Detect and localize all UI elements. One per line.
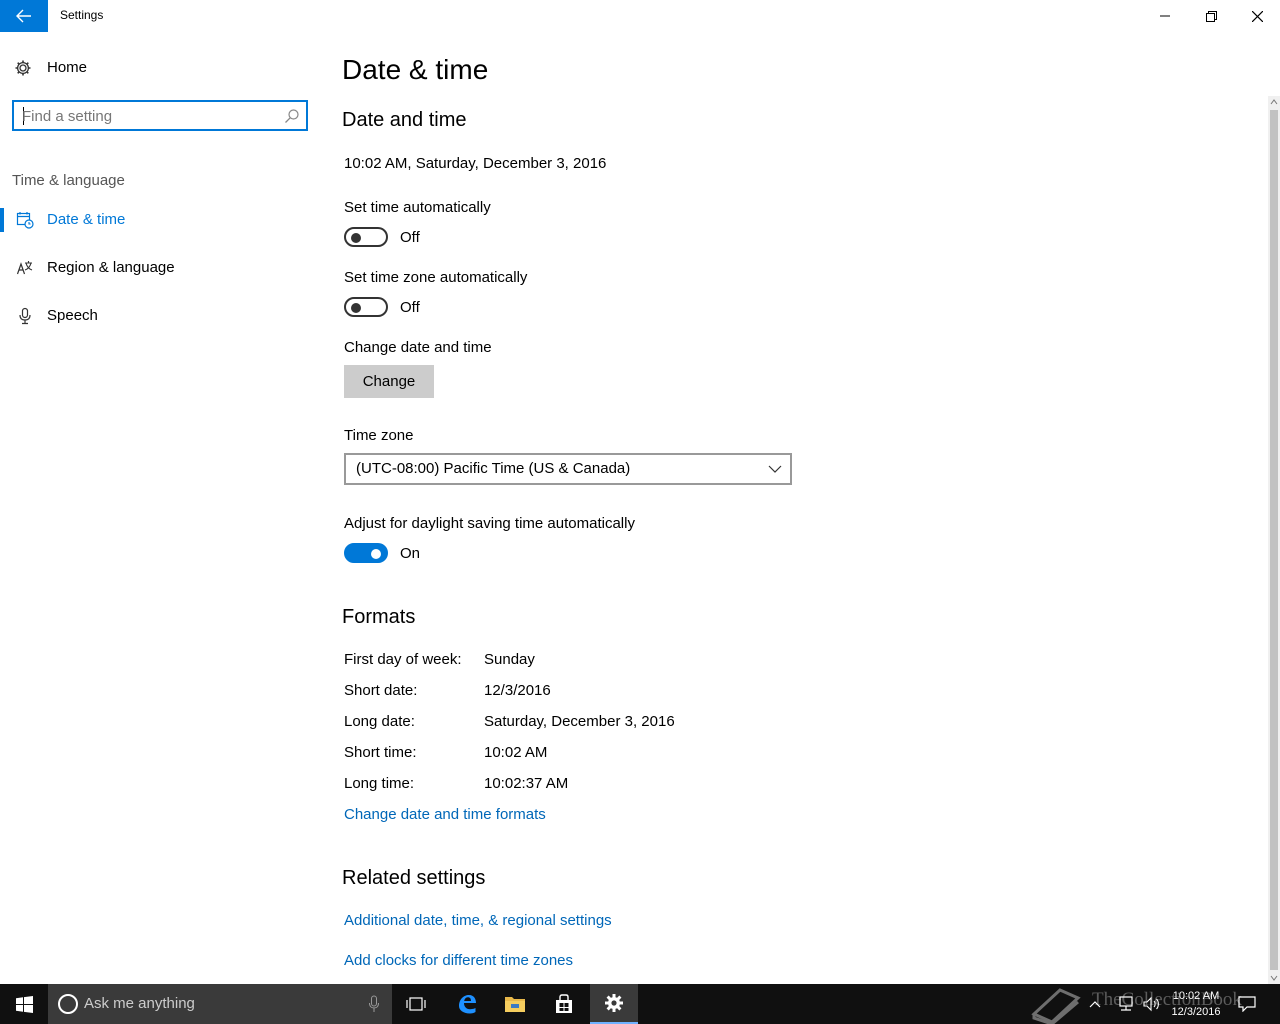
cortana-search-box[interactable]: Ask me anything bbox=[48, 984, 392, 1024]
region-language-icon bbox=[16, 261, 33, 275]
taskbar-app-file-explorer[interactable] bbox=[491, 984, 539, 1024]
toggle-knob bbox=[351, 233, 361, 243]
close-button[interactable] bbox=[1234, 0, 1280, 32]
time-zone-label: Time zone bbox=[344, 427, 414, 444]
section-title-related-settings: Related settings bbox=[342, 867, 486, 889]
action-center-button[interactable] bbox=[1234, 984, 1260, 1024]
set-timezone-auto-state: Off bbox=[400, 299, 420, 316]
taskbar-app-settings[interactable] bbox=[590, 984, 638, 1024]
windows-logo-icon bbox=[15, 995, 33, 1013]
notification-icon bbox=[1238, 996, 1256, 1012]
additional-regional-settings-link[interactable]: Additional date, time, & regional settin… bbox=[344, 912, 612, 929]
search-input[interactable] bbox=[22, 106, 272, 126]
show-hidden-icons-button[interactable] bbox=[1084, 984, 1106, 1024]
volume-button[interactable] bbox=[1140, 984, 1164, 1024]
edge-browser-icon bbox=[459, 995, 476, 1014]
vertical-scrollbar[interactable] bbox=[1268, 96, 1280, 984]
minimize-button[interactable] bbox=[1142, 0, 1188, 32]
microphone-icon[interactable] bbox=[368, 995, 380, 1013]
format-value-short-date: 12/3/2016 bbox=[484, 682, 551, 699]
add-clocks-link[interactable]: Add clocks for different time zones bbox=[344, 952, 573, 969]
set-time-auto-toggle[interactable] bbox=[344, 227, 388, 247]
sidebar-item-label: Date & time bbox=[47, 211, 126, 228]
sidebar-item-label: Region & language bbox=[47, 259, 175, 276]
sidebar-item-label: Home bbox=[47, 59, 88, 76]
sidebar-item-region-language[interactable]: Region & language bbox=[0, 248, 320, 288]
set-timezone-auto-label: Set time zone automatically bbox=[344, 269, 528, 286]
network-icon bbox=[1119, 996, 1133, 1011]
time-zone-value: (UTC-08:00) Pacific Time (US & Canada) bbox=[356, 460, 631, 477]
format-key-first-day: First day of week: bbox=[344, 651, 462, 668]
daylight-saving-label: Adjust for daylight saving time automati… bbox=[344, 515, 635, 532]
change-button[interactable]: Change bbox=[344, 365, 434, 398]
start-button[interactable] bbox=[0, 984, 48, 1024]
format-key-short-time: Short time: bbox=[344, 744, 417, 761]
scroll-down-icon[interactable] bbox=[1270, 974, 1278, 982]
sidebar-item-home[interactable]: Home bbox=[0, 52, 320, 84]
gear-icon bbox=[605, 994, 623, 1012]
set-time-auto-state: Off bbox=[400, 229, 420, 246]
main-content: Date & time Date and time 10:02 AM, Satu… bbox=[320, 32, 1268, 984]
sidebar-item-date-time[interactable]: Date & time bbox=[0, 200, 320, 240]
format-value-long-time: 10:02:37 AM bbox=[484, 775, 569, 792]
scroll-up-icon[interactable] bbox=[1270, 98, 1278, 106]
active-indicator bbox=[0, 208, 4, 232]
microphone-icon bbox=[19, 307, 31, 325]
cortana-icon bbox=[58, 994, 78, 1014]
change-formats-link[interactable]: Change date and time formats bbox=[344, 806, 546, 823]
sidebar-group-label: Time & language bbox=[12, 172, 125, 189]
task-view-button[interactable] bbox=[392, 984, 440, 1024]
gear-icon bbox=[15, 60, 31, 76]
window-title: Settings bbox=[60, 8, 104, 22]
chevron-up-icon bbox=[1089, 1001, 1101, 1008]
format-value-long-date: Saturday, December 3, 2016 bbox=[484, 713, 675, 730]
format-key-short-date: Short date: bbox=[344, 682, 418, 699]
current-datetime: 10:02 AM, Saturday, December 3, 2016 bbox=[344, 155, 607, 172]
format-key-long-date: Long date: bbox=[344, 713, 415, 730]
restore-button[interactable] bbox=[1188, 0, 1234, 32]
format-value-short-time: 10:02 AM bbox=[484, 744, 548, 761]
folder-icon bbox=[505, 997, 525, 1012]
set-timezone-auto-toggle[interactable] bbox=[344, 297, 388, 317]
daylight-saving-toggle[interactable] bbox=[344, 543, 388, 563]
clock-time: 10:02 AM bbox=[1172, 990, 1220, 1002]
sidebar-item-label: Speech bbox=[47, 307, 98, 324]
network-button[interactable] bbox=[1114, 984, 1138, 1024]
sidebar-item-speech[interactable]: Speech bbox=[0, 296, 320, 336]
taskbar-clock[interactable]: 10:02 AM 12/3/2016 bbox=[1166, 988, 1226, 1020]
taskbar-app-store[interactable] bbox=[540, 984, 588, 1024]
format-value-first-day: Sunday bbox=[484, 651, 535, 668]
scrollbar-thumb[interactable] bbox=[1270, 110, 1278, 970]
store-bag-icon bbox=[556, 994, 572, 1013]
task-view-icon bbox=[406, 997, 426, 1011]
page-title: Date & time bbox=[342, 54, 489, 85]
taskbar: Ask me anything TheCollectionBook 10:02 … bbox=[0, 984, 1280, 1024]
book-icon bbox=[1031, 988, 1081, 1024]
title-bar: Settings bbox=[0, 0, 1280, 32]
close-icon bbox=[1251, 10, 1263, 22]
back-arrow-icon bbox=[16, 9, 31, 23]
section-title-date-time: Date and time bbox=[342, 109, 467, 131]
change-date-time-label: Change date and time bbox=[344, 339, 492, 356]
clock-date: 12/3/2016 bbox=[1171, 1006, 1221, 1018]
search-icon[interactable] bbox=[284, 108, 300, 124]
taskbar-app-edge[interactable] bbox=[443, 984, 491, 1024]
time-zone-dropdown[interactable]: (UTC-08:00) Pacific Time (US & Canada) bbox=[344, 453, 792, 485]
section-title-formats: Formats bbox=[342, 606, 416, 628]
toggle-knob bbox=[371, 549, 381, 559]
minimize-icon bbox=[1160, 15, 1170, 17]
back-button[interactable] bbox=[0, 0, 48, 32]
daylight-saving-state: On bbox=[400, 545, 421, 562]
restore-icon bbox=[1205, 10, 1217, 22]
cortana-placeholder: Ask me anything bbox=[84, 995, 195, 1012]
calendar-clock-icon bbox=[16, 212, 34, 229]
sidebar: Home Time & language Date & time Region … bbox=[0, 32, 320, 984]
speaker-icon bbox=[1143, 996, 1159, 1012]
search-box[interactable] bbox=[12, 100, 308, 131]
format-key-long-time: Long time: bbox=[344, 775, 415, 792]
set-time-auto-label: Set time automatically bbox=[344, 199, 491, 216]
chevron-down-icon bbox=[768, 465, 782, 473]
toggle-knob bbox=[351, 303, 361, 313]
